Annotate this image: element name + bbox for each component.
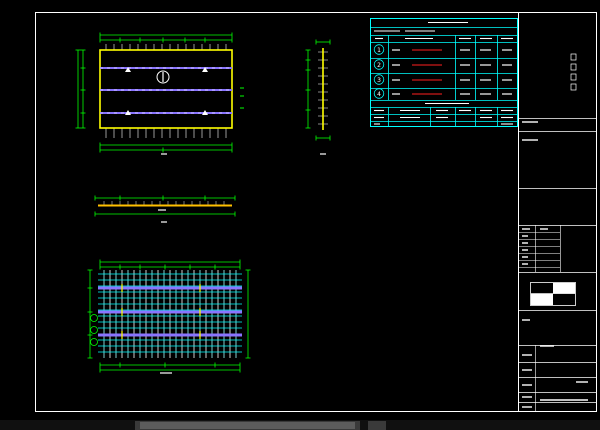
scrollbar-thumb[interactable] — [140, 422, 355, 429]
horizontal-scrollbar[interactable] — [0, 420, 600, 430]
row-mark-3: 3 — [377, 77, 381, 84]
logo-cell — [531, 294, 553, 305]
logo-cell — [553, 283, 575, 294]
row-mark-4: 4 — [377, 91, 381, 98]
row-mark-1: 1 — [377, 47, 381, 54]
scroll-right-button[interactable] — [368, 421, 386, 430]
drawing-canvas[interactable]: 1 2 3 4 — [0, 0, 600, 430]
row-mark-2: 2 — [377, 62, 381, 69]
